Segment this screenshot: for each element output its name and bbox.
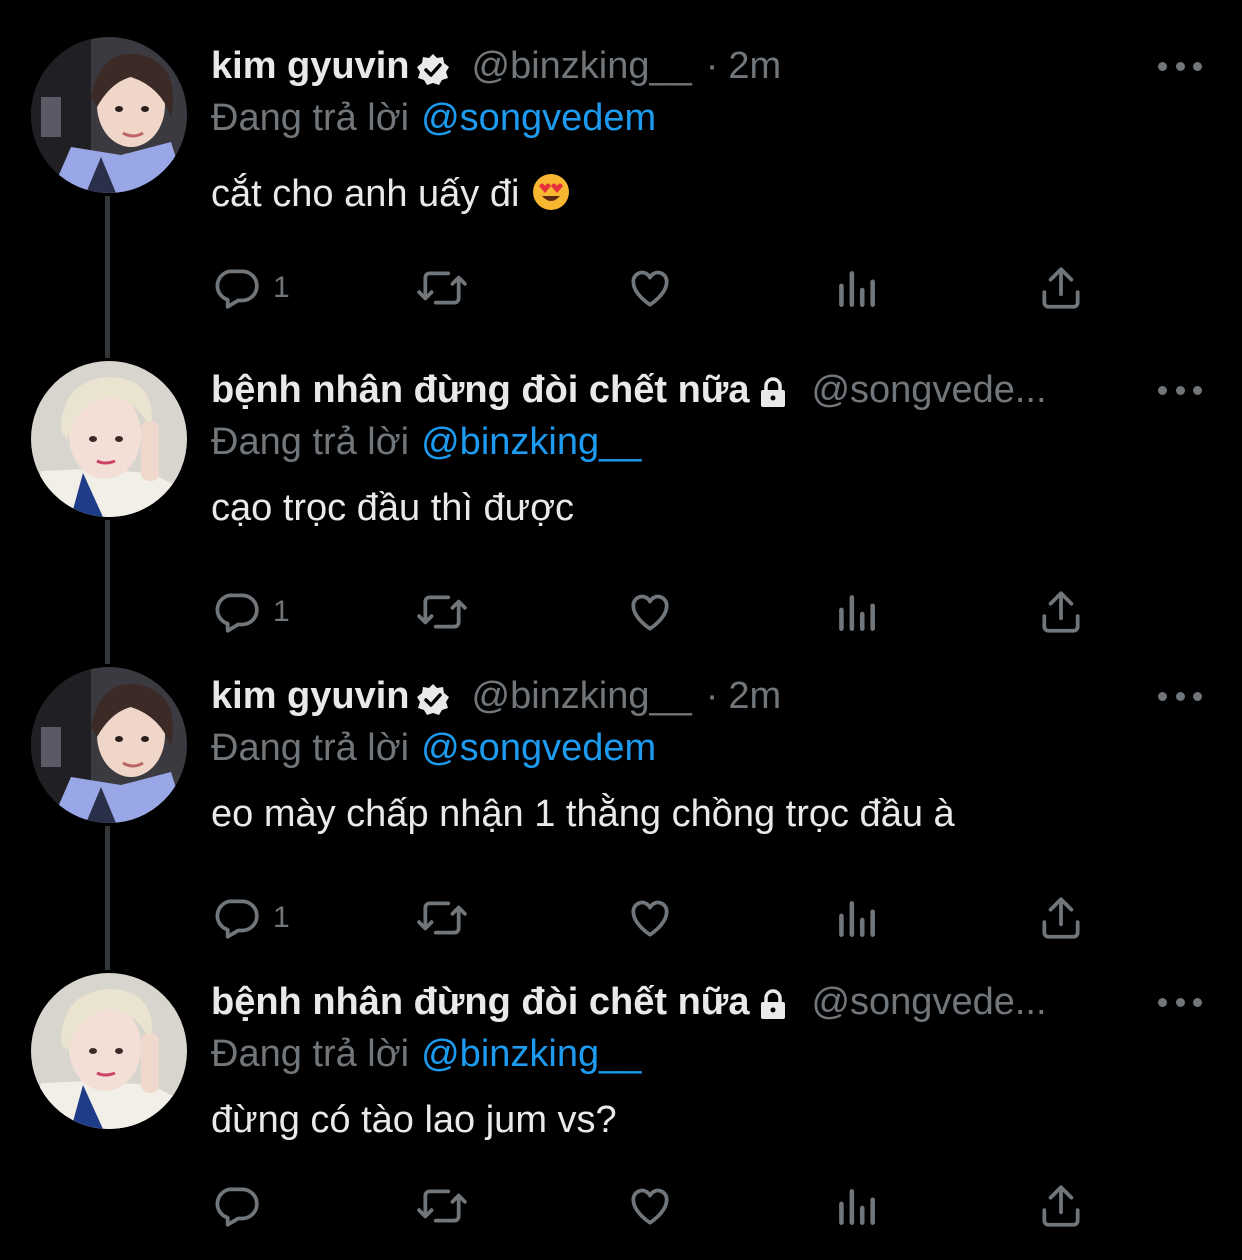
tweet-text: đừng có tào lao jum vs? (211, 1094, 617, 1146)
share-button[interactable] (1036, 258, 1086, 318)
reply-prefix: Đang trả lời (211, 97, 410, 139)
reply-icon (215, 1187, 259, 1227)
replying-to: Đang trả lời @binzking__ (211, 1028, 641, 1080)
avatar-kim-gyuvin[interactable] (31, 37, 187, 193)
lock-icon (755, 985, 789, 1019)
retweet-icon (417, 1189, 467, 1223)
reply-count: 1 (273, 595, 290, 628)
retweet-button[interactable] (414, 1176, 470, 1236)
more-options-icon[interactable] (1158, 56, 1202, 76)
views-icon (839, 271, 875, 307)
action-bar: 1 (211, 258, 1111, 318)
more-options-icon[interactable] (1158, 686, 1202, 706)
share-icon (1042, 267, 1080, 309)
replying-to: Đang trả lời @songvedem (211, 92, 656, 144)
like-button[interactable] (625, 258, 675, 318)
retweet-icon (417, 271, 467, 305)
mention-link[interactable]: @binzking__ (421, 1033, 641, 1075)
avatar-kim-gyuvin[interactable] (31, 667, 187, 823)
replying-to: Đang trả lời @songvedem (211, 722, 656, 774)
reply-button[interactable]: 1 (211, 258, 290, 318)
tweet-header: kim gyuvin @binzking__ · 2m (211, 670, 781, 722)
tweet-header: bệnh nhân đừng đòi chết nữa @songvede... (211, 976, 1047, 1028)
like-icon (631, 1188, 669, 1225)
tweet-text: cắt cho anh uấy đi (211, 168, 571, 226)
tweet-text-content: cạo trọc đầu thì được (211, 487, 574, 529)
user-handle[interactable]: @binzking__ (472, 40, 692, 92)
tweet-text: cạo trọc đầu thì được (211, 482, 574, 534)
user-handle[interactable]: @songvede... (811, 976, 1046, 1028)
timestamp[interactable]: 2m (728, 40, 781, 92)
reply-icon (215, 269, 259, 309)
replying-to: Đang trả lời @binzking__ (211, 416, 641, 468)
tweet-text-content: cắt cho anh uấy đi (211, 173, 520, 215)
user-handle[interactable]: @songvede... (811, 364, 1046, 416)
heart-eyes-emoji (531, 172, 571, 226)
mention-link[interactable]: @binzking__ (421, 421, 641, 463)
more-options-icon[interactable] (1158, 992, 1202, 1012)
retweet-button[interactable] (414, 258, 470, 318)
display-name[interactable]: kim gyuvin (211, 40, 410, 92)
tweet-header: bệnh nhân đừng đòi chết nữa @songvede... (211, 364, 1047, 416)
reply-count: 1 (273, 901, 290, 934)
share-button[interactable] (1036, 1176, 1086, 1236)
views-button[interactable] (831, 258, 881, 318)
verified-icon (416, 679, 450, 715)
reply-button[interactable] (211, 1176, 273, 1236)
like-button[interactable] (625, 1176, 675, 1236)
tweet[interactable]: kim gyuvin @binzking__ · 2m Đang trả lời… (0, 0, 1242, 309)
mention-link[interactable]: @songvedem (421, 97, 656, 139)
reply-prefix: Đang trả lời (211, 727, 410, 769)
display-name[interactable]: kim gyuvin (211, 670, 410, 722)
display-name[interactable]: bệnh nhân đừng đòi chết nữa (211, 364, 749, 416)
avatar-songvedem[interactable] (31, 973, 187, 1129)
more-options-icon[interactable] (1158, 380, 1202, 400)
verified-icon (416, 49, 450, 85)
mention-link[interactable]: @songvedem (421, 727, 656, 769)
user-handle[interactable]: @binzking__ (472, 670, 692, 722)
views-icon (839, 1189, 875, 1225)
tweet[interactable]: bệnh nhân đừng đòi chết nữa @songvede...… (0, 936, 1242, 1242)
tweet[interactable]: bệnh nhân đừng đòi chết nữa @songvede...… (0, 324, 1242, 633)
tweet-text: eo mày chấp nhận 1 thằng chồng trọc đầu … (211, 788, 955, 840)
tweet-text-content: đừng có tào lao jum vs? (211, 1099, 617, 1141)
tweet-header: kim gyuvin @binzking__ · 2m (211, 40, 781, 92)
reply-count: 1 (273, 271, 290, 304)
separator-dot: · (705, 45, 719, 87)
separator-dot: · (705, 675, 719, 717)
views-button[interactable] (831, 1176, 881, 1236)
tweet-text-content: eo mày chấp nhận 1 thằng chồng trọc đầu … (211, 793, 955, 835)
avatar-songvedem[interactable] (31, 361, 187, 517)
reply-prefix: Đang trả lời (211, 1033, 410, 1075)
like-icon (631, 270, 669, 307)
share-icon (1042, 1185, 1080, 1227)
action-bar (211, 1176, 1111, 1236)
reply-prefix: Đang trả lời (211, 421, 410, 463)
timestamp[interactable]: 2m (728, 670, 781, 722)
tweet[interactable]: kim gyuvin @binzking__ · 2m Đang trả lời… (0, 630, 1242, 939)
display-name[interactable]: bệnh nhân đừng đòi chết nữa (211, 976, 749, 1028)
lock-icon (755, 373, 789, 407)
